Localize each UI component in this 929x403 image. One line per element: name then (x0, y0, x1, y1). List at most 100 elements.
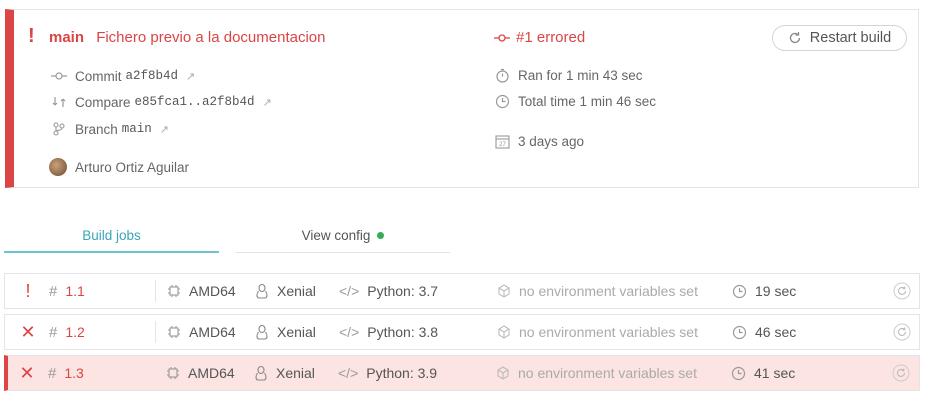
tab-build-jobs-label: Build jobs (82, 227, 141, 243)
job-number-value: 1.3 (64, 365, 84, 381)
job-duration: 41 sec (731, 356, 795, 390)
job-arch: AMD64 (167, 274, 236, 308)
author-name: Arturo Ortiz Aguilar (75, 159, 190, 175)
job-arch-value: AMD64 (189, 324, 236, 340)
job-number: #1.1 (49, 274, 85, 308)
clock-icon (732, 284, 747, 299)
restart-build-button[interactable]: Restart build (772, 25, 907, 51)
cpu-icon (166, 366, 180, 380)
job-env: no environment variables set (497, 274, 698, 308)
avatar (49, 158, 67, 176)
commit-message: Fichero previo a la documentacion (96, 29, 326, 46)
tab-build-jobs[interactable]: Build jobs (4, 219, 219, 253)
build-tabs: Build jobs View config (4, 219, 450, 253)
code-icon: </> (339, 283, 360, 299)
divider (155, 321, 156, 343)
box-icon (497, 325, 511, 339)
errored-status-icon: ! (25, 280, 31, 301)
job-language-value: Python: 3.9 (366, 365, 438, 381)
external-link-icon[interactable]: ↗ (160, 123, 169, 136)
job-number: #1.3 (48, 356, 84, 390)
job-os-value: Xenial (277, 324, 316, 340)
stopwatch-icon (494, 67, 510, 83)
restart-icon (788, 31, 802, 45)
clock-icon (731, 366, 746, 381)
author-row: Arturo Ortiz Aguilar (49, 158, 189, 176)
job-language-value: Python: 3.7 (367, 283, 439, 299)
job-os: Xenial (254, 356, 315, 390)
external-link-icon[interactable]: ↗ (186, 70, 195, 83)
branch-value[interactable]: main (122, 122, 152, 136)
job-row[interactable]: ✕ #1.2 AMD64 Xenial </> Python: 3.8 no en… (4, 314, 920, 350)
job-row[interactable]: ! #1.1 AMD64 Xenial </> Python: 3.7 no en… (4, 273, 920, 309)
job-arch: AMD64 (166, 356, 235, 390)
clock-icon (732, 325, 747, 340)
cpu-icon (167, 325, 181, 339)
job-os: Xenial (255, 315, 316, 349)
job-duration-value: 19 sec (755, 283, 797, 299)
code-icon: </> (339, 324, 360, 340)
job-env: no environment variables set (497, 315, 698, 349)
failed-status-icon: ✕ (20, 321, 36, 342)
calendar-day: 27 (499, 142, 506, 148)
job-language: </> Python: 3.9 (338, 356, 437, 390)
code-icon: </> (338, 365, 359, 381)
restart-job-icon[interactable] (893, 315, 911, 349)
total-time: Total time 1 min 46 sec (518, 93, 657, 109)
hash-icon: # (49, 323, 58, 341)
job-os-value: Xenial (277, 283, 316, 299)
build-title: main Fichero previo a la documentacion (49, 29, 325, 46)
job-number: #1.2 (49, 315, 85, 349)
job-arch-value: AMD64 (188, 365, 235, 381)
commit-row[interactable]: Commit a2f8b4d ↗ (51, 68, 195, 84)
errored-status-icon: ! (28, 25, 35, 47)
job-duration: 19 sec (732, 274, 796, 308)
finished-row: 27 3 days ago (494, 133, 584, 149)
linux-icon (255, 283, 269, 299)
tab-view-config-label: View config (301, 228, 371, 243)
compare-row[interactable]: Compare e85fca1..a2f8b4d ↗ (51, 94, 272, 110)
calendar-icon: 27 (494, 133, 510, 149)
restart-job-icon[interactable] (892, 356, 910, 390)
config-status-dot (377, 232, 385, 239)
commit-icon (51, 68, 67, 84)
job-duration: 46 sec (732, 315, 796, 349)
build-summary: ! main Fichero previo a la documentacion… (5, 9, 919, 188)
linux-icon (254, 365, 268, 381)
job-row[interactable]: ✕ #1.3 AMD64 Xenial </> Python: 3.9 no en… (4, 355, 920, 391)
hash-icon: # (48, 364, 57, 382)
hash-icon: # (49, 282, 58, 300)
job-duration-value: 46 sec (755, 324, 797, 340)
job-duration-value: 41 sec (754, 365, 796, 381)
ran-for: Ran for 1 min 43 sec (518, 67, 643, 83)
cpu-icon (167, 284, 181, 298)
job-env-value: no environment variables set (519, 283, 698, 299)
branch-label: Branch (75, 121, 118, 137)
job-os: Xenial (255, 274, 316, 308)
compare-label: Compare (75, 94, 131, 110)
job-number-value: 1.2 (65, 324, 85, 340)
job-language-value: Python: 3.8 (367, 324, 439, 340)
build-state-label: #1 errored (516, 29, 586, 46)
failed-status-icon: ✕ (19, 362, 35, 383)
job-language: </> Python: 3.8 (339, 315, 438, 349)
branch-row[interactable]: Branch main ↗ (51, 121, 169, 137)
external-link-icon[interactable]: ↗ (263, 96, 272, 109)
tab-view-config[interactable]: View config (236, 219, 450, 253)
compare-range[interactable]: e85fca1..a2f8b4d (135, 95, 255, 109)
commit-sha[interactable]: a2f8b4d (126, 69, 179, 83)
job-env-value: no environment variables set (519, 324, 698, 340)
job-language: </> Python: 3.7 (339, 274, 438, 308)
divider (155, 280, 156, 302)
job-env-value: no environment variables set (518, 365, 697, 381)
linux-icon (255, 324, 269, 340)
job-env: no environment variables set (496, 356, 697, 390)
job-arch: AMD64 (167, 315, 236, 349)
restart-build-label: Restart build (809, 30, 892, 46)
ran-for-row: Ran for 1 min 43 sec (494, 67, 643, 83)
build-state[interactable]: #1 errored (494, 29, 585, 46)
branch-name-link[interactable]: main (49, 29, 84, 46)
restart-job-icon[interactable] (893, 274, 911, 308)
commit-label: Commit (75, 68, 122, 84)
commit-icon (494, 33, 510, 43)
